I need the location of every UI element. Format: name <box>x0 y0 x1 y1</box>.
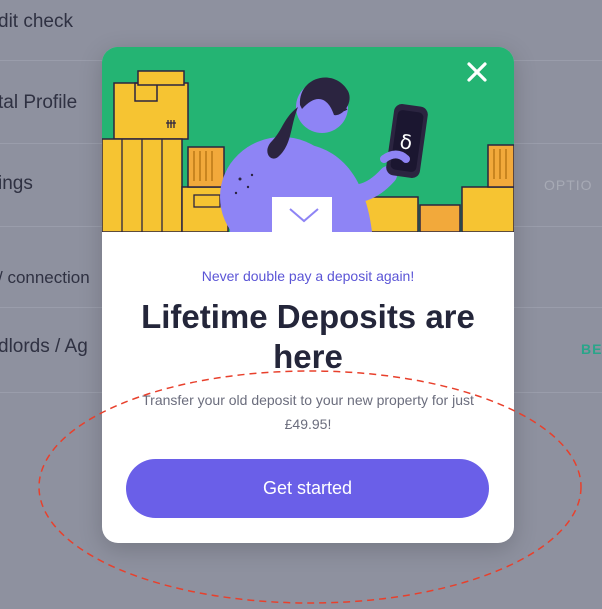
beta-tag: BE <box>581 341 602 357</box>
modal-tagline: Never double pay a deposit again! <box>201 268 415 284</box>
modal-description: Transfer your old deposit to your new pr… <box>142 392 474 432</box>
lifetime-deposits-modal: δ Never double pay a deposit again! Life… <box>102 47 514 543</box>
list-item-label: dlords / Ag <box>0 336 88 357</box>
list-item-label: tal Profile <box>0 92 78 113</box>
get-started-button[interactable]: Get started <box>126 459 489 518</box>
list-item-label: ings <box>0 173 33 194</box>
modal-headline: Lifetime Deposits are here <box>141 298 475 375</box>
close-button[interactable] <box>466 61 500 95</box>
hero-illustration: δ <box>102 47 514 232</box>
option-tag: OPTIO <box>544 177 593 193</box>
close-icon <box>467 62 487 82</box>
list-item-label: / connection <box>0 268 90 287</box>
moving-boxes-illustration: δ <box>102 47 514 232</box>
list-item-label: dit check <box>0 11 73 32</box>
